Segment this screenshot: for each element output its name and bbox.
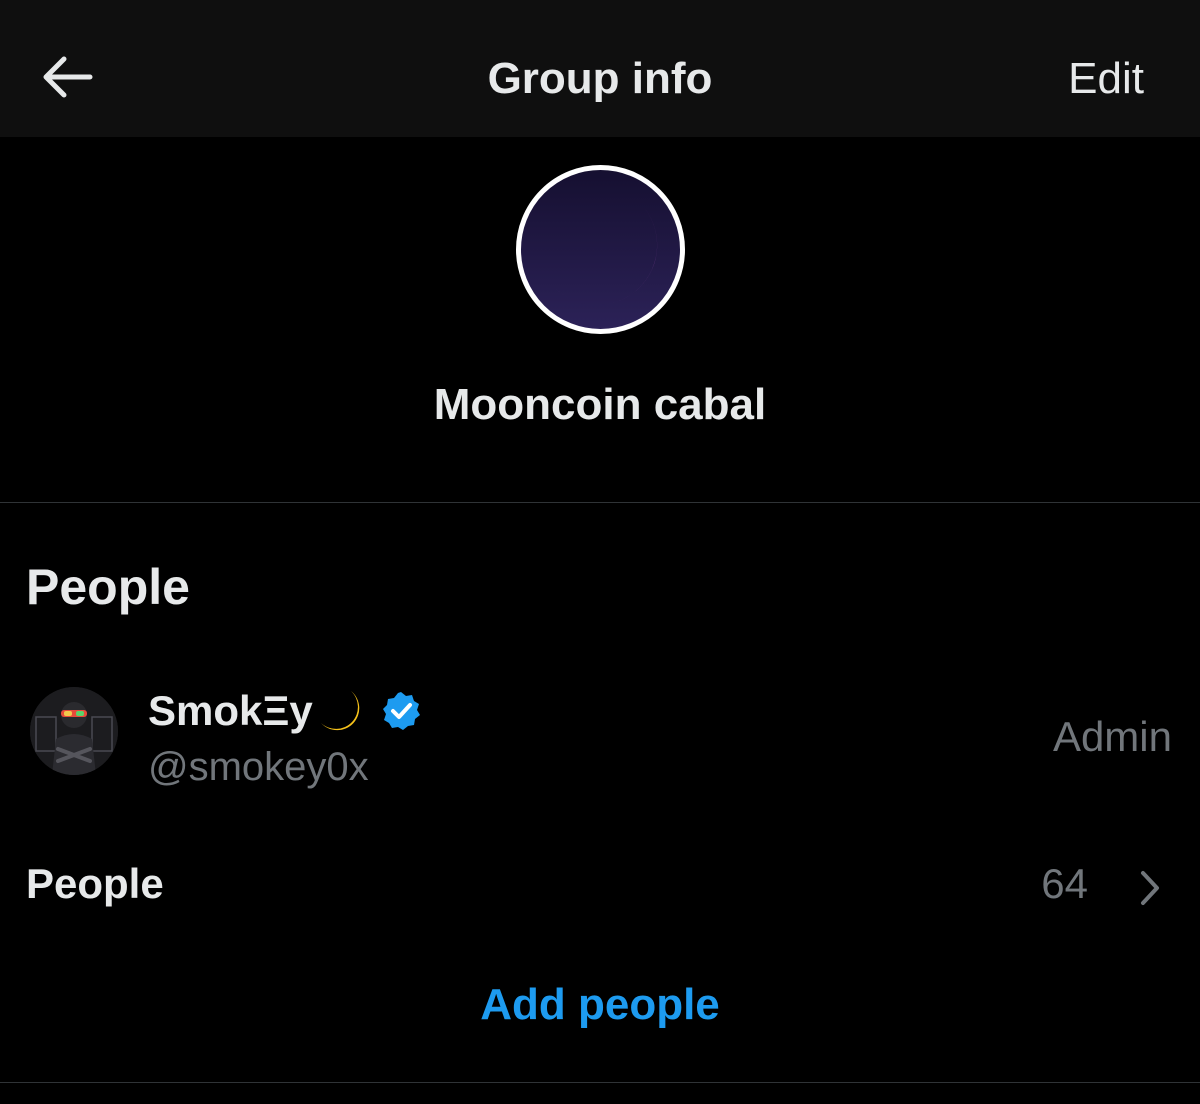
crescent-moon-emoji (320, 691, 360, 731)
member-role-badge: Admin (1052, 713, 1172, 760)
people-count: 64 (1041, 860, 1088, 907)
member-display-name: SmokΞy (148, 687, 313, 734)
member-row[interactable]: SmokΞy @smokey0x Admin (0, 665, 1200, 805)
bottom-divider (0, 1082, 1200, 1083)
arrow-left-icon (43, 56, 93, 98)
crescent-moon-icon (516, 165, 685, 334)
avatar-image (30, 687, 118, 775)
group-name: Mooncoin cabal (433, 380, 767, 429)
verified-badge-icon (382, 692, 420, 730)
member-name-line: SmokΞy (148, 685, 421, 737)
edit-button[interactable]: Edit (1068, 54, 1144, 104)
page-title: Group info (487, 54, 713, 103)
chevron-right-icon (1141, 871, 1159, 905)
people-section-heading: People (26, 559, 190, 615)
group-avatar[interactable] (515, 164, 686, 335)
back-button[interactable] (38, 52, 96, 102)
section-divider (0, 502, 1200, 503)
member-avatar[interactable] (30, 687, 118, 775)
member-handle: @smokey0x (148, 745, 369, 789)
top-bar: Group info Edit (0, 0, 1200, 137)
people-row-label: People (26, 860, 164, 907)
people-list-row[interactable]: People 64 (0, 840, 1200, 930)
add-people-button[interactable]: Add people (0, 980, 1200, 1030)
